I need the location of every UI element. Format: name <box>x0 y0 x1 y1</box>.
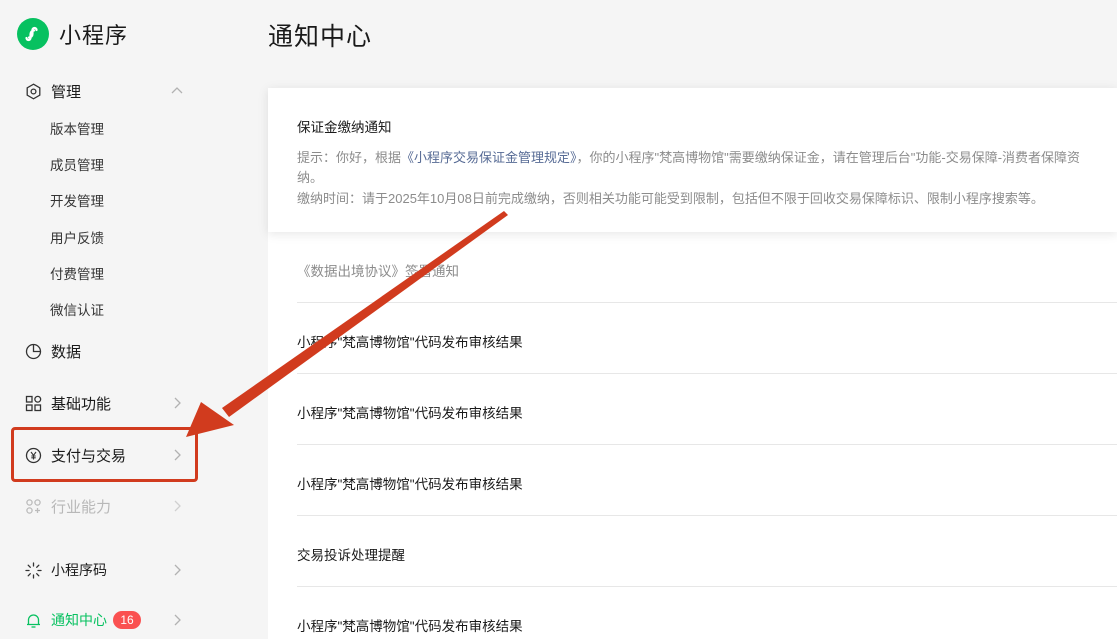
list-item[interactable]: 小程序"梵高博物馆"代码发布审核结果 <box>297 445 1117 516</box>
notification-count-badge: 16 <box>113 611 141 629</box>
chevron-right-icon <box>170 612 184 628</box>
notice-line-1: 提示：你好，根据《小程序交易保证金管理规定》，你的小程序"梵高博物馆"需要缴纳保… <box>297 147 1080 166</box>
list-item[interactable]: 小程序"梵高博物馆"代码发布审核结果 <box>297 587 1117 639</box>
brand-name: 小程序 <box>59 23 129 48</box>
deposit-notice-card[interactable]: 保证金缴纳通知 提示：你好，根据《小程序交易保证金管理规定》，你的小程序"梵高博… <box>268 88 1117 232</box>
list-item[interactable]: 交易投诉处理提醒 <box>297 516 1117 587</box>
notice-prefix: 提示：你好，根据 <box>297 150 402 165</box>
nav-data[interactable]: 数据 <box>24 336 194 366</box>
list-item[interactable]: 《数据出境协议》签署通知 <box>297 232 1117 303</box>
list-item-text: 《数据出境协议》签署通知 <box>297 264 459 279</box>
gear-icon <box>24 82 42 100</box>
notice-line-2: 纳。 <box>297 170 324 185</box>
sidebar-item-dev[interactable]: 开发管理 <box>50 192 104 212</box>
notice-line-3: 缴纳时间：请于2025年10月08日前完成缴纳，否则相关功能可能受到限制，包括但… <box>297 191 1044 206</box>
notification-panel: 保证金缴纳通知 提示：你好，根据《小程序交易保证金管理规定》，你的小程序"梵高博… <box>268 88 1117 639</box>
nav-notifications[interactable]: 通知中心 16 <box>24 605 194 635</box>
sidebar-item-version[interactable]: 版本管理 <box>50 120 104 140</box>
bell-icon <box>24 611 42 629</box>
nav-industry-label: 行业能力 <box>51 498 112 516</box>
chevron-right-icon <box>170 395 184 411</box>
nav-industry[interactable]: 行业能力 <box>24 491 194 521</box>
sidebar-item-billing[interactable]: 付费管理 <box>50 265 104 285</box>
list-item-text: 小程序"梵高博物馆"代码发布审核结果 <box>297 335 523 350</box>
nav-manage[interactable]: 管理 <box>24 76 194 106</box>
sidebar: 小程序 管理 版本管理 成员管理 开发管理 用户反馈 付费管理 微信认证 数据 … <box>0 0 200 639</box>
nav-manage-label: 管理 <box>51 83 82 101</box>
pie-chart-icon <box>24 342 42 360</box>
page-title: 通知中心 <box>268 23 373 51</box>
list-item-text: 交易投诉处理提醒 <box>297 548 405 563</box>
nav-basic[interactable]: 基础功能 <box>24 388 194 418</box>
chevron-right-icon <box>170 562 184 578</box>
nav-data-label: 数据 <box>51 343 82 361</box>
list-item[interactable]: 小程序"梵高博物馆"代码发布审核结果 <box>297 303 1117 374</box>
annotation-highlight-box <box>11 427 198 482</box>
nav-basic-label: 基础功能 <box>51 395 112 413</box>
chevron-right-icon <box>170 498 184 514</box>
list-item-text: 小程序"梵高博物馆"代码发布审核结果 <box>297 406 523 421</box>
miniprogram-logo-icon <box>17 18 49 50</box>
sidebar-item-feedback[interactable]: 用户反馈 <box>50 229 104 249</box>
sidebar-item-certify[interactable]: 微信认证 <box>50 301 104 321</box>
nav-notifications-label: 通知中心 <box>51 612 107 628</box>
grid-icon <box>24 394 42 412</box>
industry-icon <box>24 497 42 515</box>
nav-qrcode-label: 小程序码 <box>51 562 107 578</box>
deposit-rules-link[interactable]: 《小程序交易保证金管理规定》 <box>401 150 577 165</box>
notice-suffix: ，你的小程序"梵高博物馆"需要缴纳保证金，请在管理后台"功能-交易保障-消费者保… <box>576 150 1081 165</box>
list-item-text: 小程序"梵高博物馆"代码发布审核结果 <box>297 477 523 492</box>
qrcode-icon <box>24 561 42 579</box>
list-item[interactable]: 小程序"梵高博物馆"代码发布审核结果 <box>297 374 1117 445</box>
chevron-up-icon <box>170 83 184 99</box>
nav-qrcode[interactable]: 小程序码 <box>24 555 194 585</box>
list-item-text: 小程序"梵高博物馆"代码发布审核结果 <box>297 619 523 634</box>
brand[interactable]: 小程序 <box>17 17 128 51</box>
notice-title: 保证金缴纳通知 <box>297 120 392 135</box>
sidebar-item-members[interactable]: 成员管理 <box>50 156 104 176</box>
